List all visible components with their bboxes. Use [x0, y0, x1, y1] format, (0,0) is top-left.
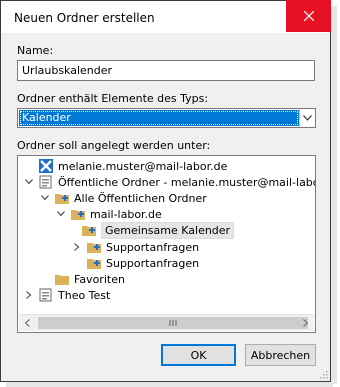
tree-node-gemeinsame-kalender[interactable]: Gemeinsame Kalender [81, 221, 235, 239]
resize-grip-icon[interactable] [318, 369, 328, 379]
name-label: Name: [17, 44, 54, 57]
type-label: Ordner enthält Elemente des Typs: [17, 92, 209, 105]
chevron-down-icon[interactable] [23, 174, 35, 190]
chevron-right-icon[interactable] [71, 239, 83, 255]
chevron-down-icon [303, 115, 312, 121]
public-folders-icon [39, 288, 52, 302]
type-select[interactable]: Kalender [17, 108, 316, 128]
chevron-down-icon[interactable] [55, 206, 67, 222]
public-folder-icon [82, 226, 96, 236]
window-shadow-bottom [6, 382, 333, 387]
public-folder-icon [71, 210, 85, 220]
tree-node-supportanfragen-1[interactable]: Supportanfragen [71, 239, 199, 255]
close-icon [303, 11, 314, 21]
folder-icon [55, 275, 69, 285]
window-title: Neuen Ordner erstellen [14, 11, 155, 25]
tree-node-mail-labor[interactable]: mail-labor.de [55, 206, 162, 222]
window-shadow-right [331, 6, 337, 384]
chevron-left-icon [25, 319, 30, 327]
public-folder-icon [87, 259, 101, 269]
scroll-left-button[interactable] [19, 315, 36, 331]
tree-node-supportanfragen-2[interactable]: Supportanfragen [86, 255, 199, 271]
name-input[interactable]: Urlaubskalender [17, 60, 315, 81]
tree-node-mailbox[interactable]: melanie.muster@mail-labor.de [23, 158, 227, 174]
tree-node-favoriten[interactable]: Favoriten [54, 271, 125, 287]
horizontal-scrollbar[interactable] [19, 314, 314, 331]
tree-node-public-folders[interactable]: Öffentliche Ordner - melanie.muster@mail… [23, 174, 315, 190]
folder-tree[interactable]: melanie.muster@mail-labor.de Öffentliche… [17, 155, 316, 333]
name-input-value: Urlaubskalender [22, 64, 113, 77]
grip-lines-icon [169, 320, 177, 326]
public-folders-icon [39, 175, 52, 189]
type-dropdown-button[interactable] [299, 109, 315, 127]
public-folder-icon [55, 194, 69, 204]
type-select-value: Kalender [19, 110, 299, 126]
chevron-right-icon[interactable] [23, 287, 35, 303]
public-folder-icon [87, 243, 101, 253]
new-folder-dialog: Neuen Ordner erstellen Name: Urlaubskale… [0, 0, 331, 382]
scrollbar-thumb[interactable] [38, 317, 308, 329]
cancel-button[interactable]: Abbrechen [245, 344, 316, 366]
tree-node-all-public-folders[interactable]: Alle Öffentlichen Ordner [39, 190, 207, 206]
chevron-down-icon[interactable] [39, 190, 51, 206]
location-label: Ordner soll angelegt werden unter: [17, 139, 211, 152]
scroll-right-button[interactable] [297, 315, 314, 331]
close-button[interactable] [286, 0, 331, 32]
exchange-mailbox-icon [39, 159, 53, 173]
ok-button[interactable]: OK [161, 344, 236, 366]
chevron-right-icon [303, 319, 308, 327]
tree-node-theo-test[interactable]: Theo Test [23, 287, 110, 303]
title-bar[interactable]: Neuen Ordner erstellen [1, 0, 331, 33]
